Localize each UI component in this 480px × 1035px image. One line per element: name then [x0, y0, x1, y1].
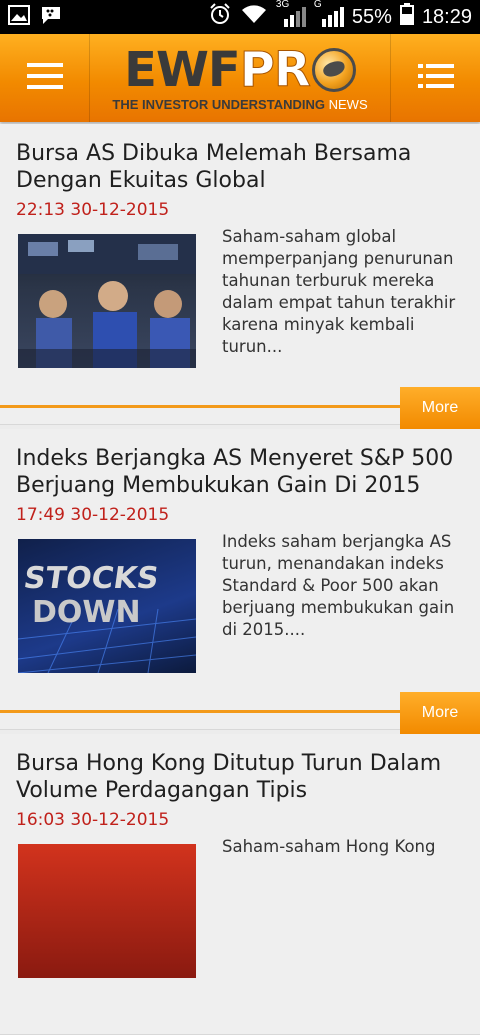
globe-icon — [311, 47, 356, 92]
wifi-icon — [240, 3, 268, 31]
brand-logo: EWF PR THE INVESTOR UNDERSTANDING NEWS — [90, 41, 390, 112]
app-header: EWF PR THE INVESTOR UNDERSTANDING NEWS — [0, 34, 480, 122]
divider — [0, 710, 400, 713]
thumb-text-down: DOWN — [32, 595, 141, 630]
article-thumbnail[interactable] — [18, 844, 196, 978]
logo-text-ewf: EWF — [124, 41, 241, 98]
more-button[interactable]: More — [400, 387, 480, 429]
bbm-icon — [40, 5, 62, 30]
divider — [0, 405, 400, 408]
news-list: Bursa AS Dibuka Melemah Bersama Dengan E… — [0, 122, 480, 1035]
news-item[interactable]: Bursa AS Dibuka Melemah Bersama Dengan E… — [0, 124, 480, 429]
news-item[interactable]: Indeks Berjangka AS Menyeret S&P 500 Ber… — [0, 429, 480, 734]
menu-button[interactable] — [0, 34, 90, 122]
news-item[interactable]: Bursa Hong Kong Ditutup Turun Dalam Volu… — [0, 734, 480, 1035]
signal-g-icon: G — [314, 0, 344, 29]
battery-icon — [399, 3, 414, 31]
article-time: 17:49 30-12-2015 — [16, 505, 170, 525]
clock: 18:29 — [421, 5, 472, 28]
more-button[interactable]: More — [400, 692, 480, 734]
article-time: 16:03 30-12-2015 — [16, 810, 170, 830]
list-menu-button[interactable] — [390, 34, 480, 122]
article-summary: Indeks saham berjangka AS turun, menanda… — [222, 532, 455, 639]
article-thumbnail[interactable] — [18, 234, 196, 368]
article-summary: Saham-saham Hong Kong — [222, 837, 436, 856]
list-icon — [417, 63, 454, 93]
logo-tagline: THE INVESTOR UNDERSTANDING NEWS — [112, 96, 368, 112]
logo-text-pro: PR — [239, 41, 311, 98]
alarm-icon — [208, 2, 232, 32]
article-title[interactable]: Bursa AS Dibuka Melemah Bersama Dengan E… — [0, 124, 480, 194]
hamburger-icon — [26, 62, 63, 94]
status-bar: 3G G 55% 18:29 — [0, 0, 480, 34]
article-time: 22:13 30-12-2015 — [16, 200, 170, 220]
article-summary: Saham-saham global memperpanjang penurun… — [222, 227, 456, 356]
thumb-text-stocks: STOCKS — [21, 561, 161, 596]
article-title[interactable]: Indeks Berjangka AS Menyeret S&P 500 Ber… — [0, 429, 480, 499]
article-thumbnail[interactable]: STOCKS DOWN — [18, 539, 196, 673]
signal-3g-icon: 3G — [276, 0, 306, 29]
battery-percent: 55% — [351, 5, 392, 28]
gallery-icon — [8, 4, 30, 30]
article-title[interactable]: Bursa Hong Kong Ditutup Turun Dalam Volu… — [0, 734, 480, 804]
